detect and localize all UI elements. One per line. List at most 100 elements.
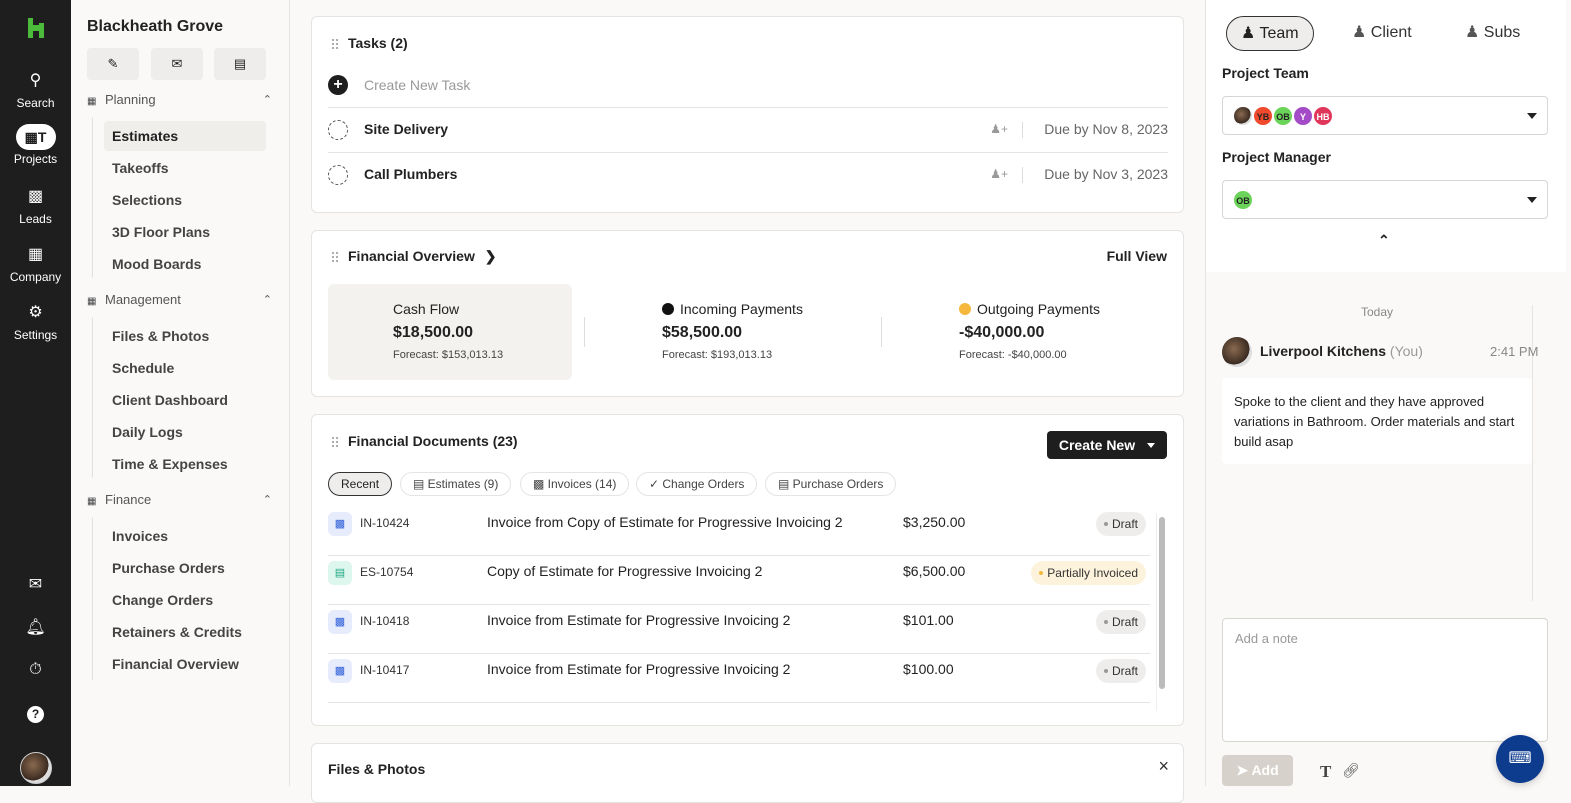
- app-rail: ⚲ Search ▦T Projects ▩ Leads ▦ Company ⚙…: [0, 0, 71, 786]
- document-row[interactable]: ▩ IN-10418 Invoice from Estimate for Pro…: [328, 605, 1150, 654]
- tasks-card: Tasks (2) + Create New Task Site Deliver…: [311, 16, 1184, 213]
- rail-search[interactable]: ⚲ Search: [0, 70, 71, 110]
- task-row[interactable]: Site Delivery ♟+ Due by Nov 8, 2023: [328, 107, 1168, 152]
- project-title: Blackheath Grove: [87, 18, 224, 35]
- nav-invoices[interactable]: Invoices: [104, 521, 266, 551]
- project-subnav: Blackheath Grove ✎ ✉ ▤ ▦ Planning ⌃ Estim…: [71, 0, 290, 786]
- nav-takeoffs[interactable]: Takeoffs: [104, 153, 266, 183]
- filter-invoices[interactable]: ▩ Invoices (14): [520, 472, 630, 496]
- documents-scrollbar[interactable]: [1156, 513, 1166, 711]
- invoice-icon: ▩: [328, 659, 352, 683]
- full-view-link[interactable]: Full View: [1107, 248, 1167, 264]
- caret-down-icon: [1527, 113, 1537, 119]
- tasks-title: Tasks (2): [348, 35, 408, 51]
- create-task-input[interactable]: Create New Task: [364, 77, 470, 93]
- status-badge: Draft: [1095, 610, 1146, 634]
- rail-settings[interactable]: ⚙ Settings: [0, 302, 71, 342]
- section-planning[interactable]: ▦ Planning ⌃: [87, 90, 272, 110]
- bell-icon[interactable]: 🔔︎: [0, 617, 71, 637]
- status-badge: Draft: [1095, 659, 1146, 683]
- subs-icon: ♟: [1465, 24, 1484, 41]
- chevron-up-icon[interactable]: ⌃: [263, 490, 272, 510]
- nav-estimates[interactable]: Estimates: [104, 121, 266, 151]
- tab-client[interactable]: ♟ Client: [1338, 16, 1426, 51]
- nav-files-photos[interactable]: Files & Photos: [104, 321, 266, 351]
- filter-purchase-orders[interactable]: ▤ Purchase Orders: [765, 472, 897, 496]
- section-management[interactable]: ▦ Management ⌃: [87, 290, 272, 310]
- chat-button[interactable]: ⌨: [1496, 735, 1544, 783]
- task-checkbox[interactable]: [328, 165, 348, 185]
- feed-time: 2:41 PM: [1490, 344, 1539, 359]
- create-new-button[interactable]: Create New: [1046, 431, 1167, 459]
- author-avatar: [1222, 337, 1252, 367]
- task-row[interactable]: Call Plumbers ♟+ Due by Nov 3, 2023: [328, 152, 1168, 197]
- scrollbar-thumb[interactable]: [1159, 517, 1165, 689]
- caret-down-icon: [1527, 197, 1537, 203]
- nav-client-dashboard[interactable]: Client Dashboard: [104, 385, 266, 415]
- filter-change-orders[interactable]: ✓ Change Orders: [636, 472, 758, 496]
- incoming-payments-box[interactable]: Incoming Payments $58,500.00 Forecast: $…: [597, 284, 841, 380]
- section-finance[interactable]: ▦ Finance ⌃: [87, 490, 272, 510]
- filter-recent[interactable]: Recent: [328, 472, 393, 496]
- nav-change-orders[interactable]: Change Orders: [104, 585, 266, 615]
- assign-user-icon[interactable]: ♟+: [990, 167, 1008, 181]
- drag-handle-icon[interactable]: [331, 251, 339, 263]
- document-row[interactable]: ▤ ES-10754 Copy of Estimate for Progress…: [328, 556, 1150, 605]
- gear-icon: ⚙: [28, 304, 43, 321]
- mail-button[interactable]: ✉: [151, 48, 203, 80]
- user-avatar[interactable]: [20, 752, 52, 784]
- nav-financial-overview[interactable]: Financial Overview: [104, 649, 266, 679]
- help-icon[interactable]: ?: [0, 705, 71, 723]
- link-icon[interactable]: 🔗︎: [1342, 762, 1360, 779]
- document-row[interactable]: ▩ IN-10424 Invoice from Copy of Estimate…: [328, 507, 1150, 556]
- text-format-icon[interactable]: T: [1320, 762, 1331, 782]
- planning-icon: ▦: [87, 96, 97, 107]
- tab-team[interactable]: ♟ Team: [1226, 16, 1314, 51]
- edit-project-button[interactable]: ✎: [87, 48, 139, 80]
- outgoing-payments-box[interactable]: Outgoing Payments -$40,000.00 Forecast: …: [894, 284, 1138, 380]
- filter-estimates[interactable]: ▤ Estimates (9): [400, 472, 512, 496]
- tab-subs[interactable]: ♟ Subs: [1451, 16, 1534, 51]
- nav-3d-floor-plans[interactable]: 3D Floor Plans: [104, 217, 266, 247]
- avatar: OB: [1273, 106, 1293, 126]
- timer-icon[interactable]: ⏱: [0, 661, 71, 679]
- main-content: Tasks (2) + Create New Task Site Deliver…: [290, 0, 1205, 803]
- notes-button[interactable]: ▤: [214, 48, 266, 80]
- send-icon: ➤: [1236, 762, 1252, 778]
- financial-documents-card: Financial Documents (23) Create New Rece…: [311, 414, 1184, 726]
- inbox-icon[interactable]: ✉: [0, 574, 71, 594]
- files-photos-title: Files & Photos: [328, 761, 426, 777]
- feed-author: Liverpool Kitchens (You): [1260, 343, 1423, 359]
- cash-flow-box[interactable]: Cash Flow $18,500.00 Forecast: $153,013.…: [328, 284, 572, 380]
- nav-time-expenses[interactable]: Time & Expenses: [104, 449, 266, 479]
- feed-date: Today: [1360, 305, 1394, 319]
- app-logo-icon[interactable]: [26, 18, 46, 38]
- avatar: Y: [1293, 106, 1313, 126]
- assign-user-icon[interactable]: ♟+: [990, 122, 1008, 136]
- nav-daily-logs[interactable]: Daily Logs: [104, 417, 266, 447]
- chevron-up-icon[interactable]: ⌃: [263, 90, 272, 110]
- rail-projects[interactable]: ▦T Projects: [0, 124, 71, 166]
- drag-handle-icon[interactable]: [331, 38, 339, 50]
- project-manager-select[interactable]: OB: [1222, 180, 1548, 219]
- task-checkbox[interactable]: [328, 120, 348, 140]
- collapse-chevron-icon[interactable]: ⌃: [1378, 232, 1390, 249]
- project-team-select[interactable]: YB OB Y HB: [1222, 96, 1548, 135]
- rail-company[interactable]: ▦ Company: [0, 244, 71, 284]
- nav-purchase-orders[interactable]: Purchase Orders: [104, 553, 266, 583]
- financial-overview-card: Financial Overview ❯ Full View Cash Flow…: [311, 230, 1184, 397]
- drag-handle-icon[interactable]: [331, 436, 339, 448]
- add-note-button[interactable]: ➤ Add: [1222, 755, 1293, 786]
- plus-circle-icon[interactable]: +: [328, 75, 348, 95]
- nav-selections[interactable]: Selections: [104, 185, 266, 215]
- rail-leads[interactable]: ▩ Leads: [0, 186, 71, 226]
- chevron-up-icon[interactable]: ⌃: [263, 290, 272, 310]
- divider: [584, 317, 585, 347]
- document-row[interactable]: ▩ IN-10417 Invoice from Estimate for Pro…: [328, 654, 1150, 703]
- add-note-input[interactable]: Add a note: [1222, 618, 1548, 742]
- close-icon[interactable]: ×: [1158, 756, 1169, 777]
- financial-overview-title[interactable]: Financial Overview ❯: [348, 248, 496, 265]
- nav-retainers-credits[interactable]: Retainers & Credits: [104, 617, 266, 647]
- nav-mood-boards[interactable]: Mood Boards: [104, 249, 266, 279]
- nav-schedule[interactable]: Schedule: [104, 353, 266, 383]
